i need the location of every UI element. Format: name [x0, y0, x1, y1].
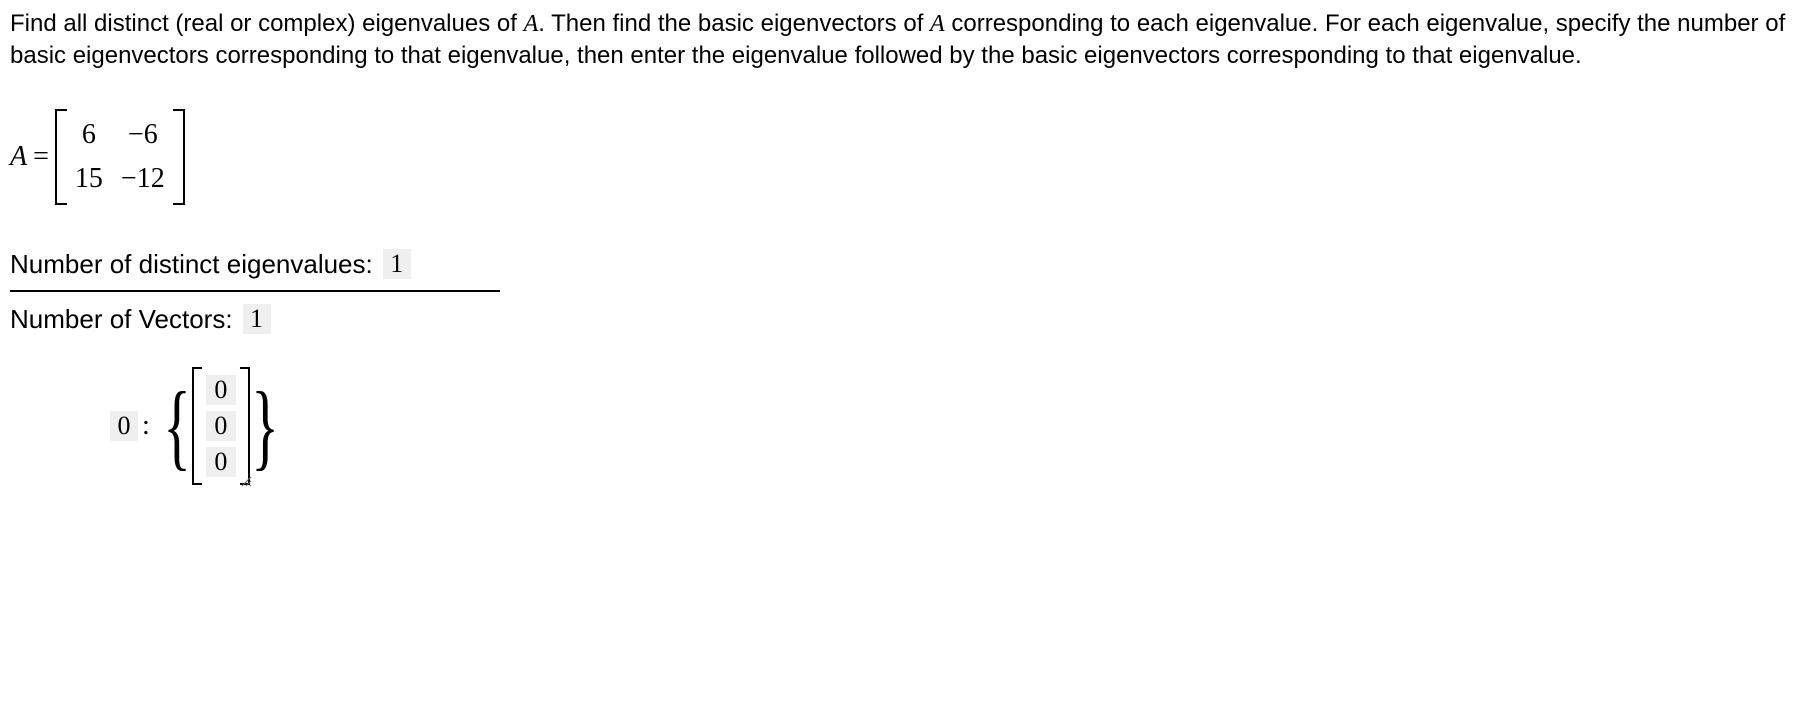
matrix-definition: A = 6 −6 15 −12: [10, 109, 1798, 205]
matrix-symbol-A-2: A: [930, 11, 945, 37]
distinct-eigenvalues-label: Number of distinct eigenvalues:: [10, 249, 373, 280]
eigenvector-input[interactable]: 0 0 0: [192, 367, 250, 485]
left-bracket-icon: [55, 109, 67, 205]
instructions-text-part2: . Then find the basic eigenvectors of: [538, 10, 930, 37]
eigenvalue-answer-block: 0 : { 0 0 0 }: [110, 367, 1798, 485]
colon-label: :: [142, 410, 150, 442]
right-brace-icon: }: [251, 385, 279, 467]
matrix-cell-r2c1: 15: [75, 163, 103, 195]
question-instructions: Find all distinct (real or complex) eige…: [10, 8, 1798, 73]
num-vectors-input[interactable]: 1: [243, 304, 271, 334]
right-bracket-icon: [173, 109, 185, 205]
left-brace-icon: {: [163, 385, 191, 467]
matrix-cell-r2c2: −12: [121, 163, 165, 195]
vector-left-bracket-icon: [192, 367, 202, 485]
vector-cell-1[interactable]: 0: [206, 375, 236, 405]
eigenvalue-input[interactable]: 0: [110, 411, 138, 441]
vector-cell-2[interactable]: 0: [206, 411, 236, 441]
num-vectors-row: Number of Vectors: 1: [10, 300, 1798, 339]
vector-right-bracket-icon: [240, 367, 250, 485]
instructions-text-part1: Find all distinct (real or complex) eige…: [10, 10, 524, 37]
matrix-name: A: [10, 141, 27, 173]
resize-handle-icon[interactable]: [240, 475, 252, 487]
equals-sign: =: [33, 141, 49, 173]
vector-cell-3[interactable]: 0: [206, 447, 236, 477]
num-vectors-label: Number of Vectors:: [10, 304, 233, 335]
distinct-eigenvalues-input[interactable]: 1: [383, 249, 411, 279]
matrix-cell-r1c2: −6: [121, 119, 165, 151]
matrix-symbol-A-1: A: [524, 11, 539, 37]
matrix-A: 6 −6 15 −12: [55, 109, 185, 205]
section-divider: [10, 290, 500, 292]
matrix-cell-r1c1: 6: [75, 119, 103, 151]
distinct-eigenvalues-row: Number of distinct eigenvalues: 1: [10, 245, 1798, 284]
